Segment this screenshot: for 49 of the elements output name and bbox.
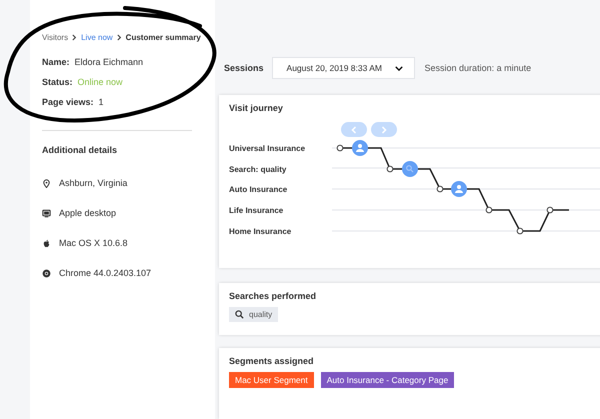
page-label: Search: quality — [229, 164, 288, 176]
segment-tag: Auto Insurance - Category Page — [320, 372, 454, 388]
chevron-right-icon — [381, 126, 387, 134]
sessions-label: Sessions — [224, 63, 264, 73]
search-chip: quality — [229, 307, 278, 322]
card-title: Segments assigned — [229, 356, 315, 366]
chevron-left-icon — [351, 126, 357, 134]
journey-node — [336, 144, 344, 152]
card-title: Searches performed — [229, 291, 318, 301]
search-icon — [235, 310, 244, 319]
caret-icon — [394, 66, 403, 70]
journey-node — [386, 166, 394, 172]
chevron-right-icon — [72, 34, 78, 41]
journey-node — [516, 228, 524, 234]
field-label: Page views: — [42, 97, 94, 107]
journey-node — [486, 206, 492, 214]
journey-node — [546, 206, 554, 214]
field-label: Name: — [42, 57, 70, 67]
chevron-right-icon — [116, 34, 122, 41]
page-label: Life Insurance — [229, 205, 284, 218]
detail-text: Ashburn, Virginia — [59, 178, 128, 188]
location-pin-icon — [42, 178, 51, 188]
detail-text: Apple desktop — [59, 208, 116, 218]
search-icon — [402, 161, 418, 177]
session-dropdown[interactable]: August 20, 2019 8:33 AM — [272, 57, 415, 79]
person-icon — [451, 181, 467, 197]
session-duration: Session duration: a minute — [424, 63, 532, 73]
monitor-icon — [42, 208, 51, 218]
breadcrumb-item: Customer summary — [126, 33, 201, 42]
detail-text: Chrome 44.0.2403.107 — [59, 268, 152, 278]
visitor-name: Eldora Eichmann — [74, 57, 144, 67]
person-icon — [352, 140, 368, 156]
next-button[interactable] — [371, 122, 397, 137]
field-label: Status: — [42, 77, 73, 87]
page-views-count: 1 — [98, 97, 104, 107]
previous-button[interactable] — [341, 122, 367, 137]
section-title: Additional details — [42, 145, 118, 155]
page-label: Home Insurance — [229, 226, 292, 238]
card-title: Visit journey — [229, 103, 284, 113]
segment-tag: Mac User Segment — [229, 372, 314, 388]
browser-icon — [42, 268, 51, 278]
page-label: Auto Insurance — [229, 184, 288, 196]
apple-icon — [42, 238, 51, 248]
breadcrumb-item[interactable]: Visitors — [42, 33, 68, 42]
journey-node — [436, 186, 444, 192]
page-label: Universal Insurance — [229, 143, 306, 155]
detail-text: Mac OS X 10.6.8 — [59, 238, 128, 248]
status-text: Online now — [78, 77, 123, 87]
breadcrumb-link[interactable]: Live now — [81, 33, 113, 42]
